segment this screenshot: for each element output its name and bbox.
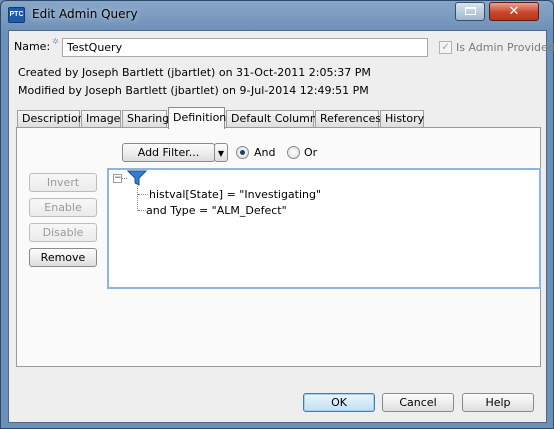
admin-provided-checkbox[interactable]: ✓ (439, 41, 452, 54)
and-radio-label: And (254, 146, 276, 159)
ok-button[interactable]: OK (303, 393, 375, 412)
name-input[interactable] (62, 38, 428, 57)
filter-condition[interactable]: and Type = "ALM_Defect" (146, 204, 287, 217)
disable-button[interactable]: Disable (29, 223, 97, 242)
collapse-icon[interactable]: − (113, 174, 122, 183)
admin-provided-label: Is Admin Provided (456, 41, 554, 54)
enable-button[interactable]: Enable (29, 198, 97, 217)
help-button[interactable]: Help (462, 393, 534, 412)
add-filter-button[interactable]: Add Filter... (122, 143, 215, 162)
remove-button[interactable]: Remove (29, 248, 97, 267)
chevron-down-icon: ▼ (217, 149, 225, 158)
window-title: Edit Admin Query (32, 7, 138, 21)
tab-references[interactable]: References (315, 110, 381, 128)
dialog-body: Name: ✲ ✓ Is Admin Provided Created by J… (8, 30, 554, 423)
close-icon: ✕ (508, 4, 520, 19)
tree-connector (137, 186, 138, 211)
ptc-app-icon: PTC (8, 7, 25, 23)
close-button[interactable]: ✕ (489, 2, 539, 21)
cancel-button[interactable]: Cancel (382, 393, 454, 412)
tree-connector (138, 210, 146, 211)
required-marker-icon: ✲ (52, 37, 59, 46)
or-radio[interactable] (287, 146, 300, 159)
restore-icon (464, 7, 476, 15)
filter-condition[interactable]: histval[State] = "Investigating" (149, 188, 321, 201)
edit-admin-query-window: PTC Edit Admin Query ✕ Name: ✲ ✓ Is Admi… (0, 0, 554, 429)
definition-panel: Add Filter... ▼ And Or Invert Enable Dis… (16, 127, 541, 367)
filter-tree[interactable]: − histval[State] = "Investigating" and T… (107, 168, 541, 289)
and-radio[interactable] (236, 146, 249, 159)
restore-button[interactable] (455, 2, 485, 21)
title-bar[interactable]: PTC Edit Admin Query ✕ (1, 1, 553, 29)
name-label: Name: (14, 40, 51, 53)
tab-description[interactable]: Description (17, 110, 85, 128)
modified-by-text: Modified by Joseph Bartlett (jbartlet) o… (18, 84, 369, 97)
tab-definition[interactable]: Definition (168, 107, 226, 129)
tab-image[interactable]: Image (81, 110, 121, 128)
add-filter-dropdown-button[interactable]: ▼ (214, 143, 228, 162)
tab-sharing[interactable]: Sharing (122, 110, 169, 128)
or-radio-label: Or (304, 146, 318, 159)
filter-funnel-icon (127, 170, 147, 186)
tab-history[interactable]: History (380, 110, 424, 128)
created-by-text: Created by Joseph Bartlett (jbartlet) on… (18, 66, 371, 79)
invert-button[interactable]: Invert (29, 173, 97, 192)
tab-default-columns[interactable]: Default Columns (226, 110, 323, 128)
tree-connector (138, 194, 148, 195)
